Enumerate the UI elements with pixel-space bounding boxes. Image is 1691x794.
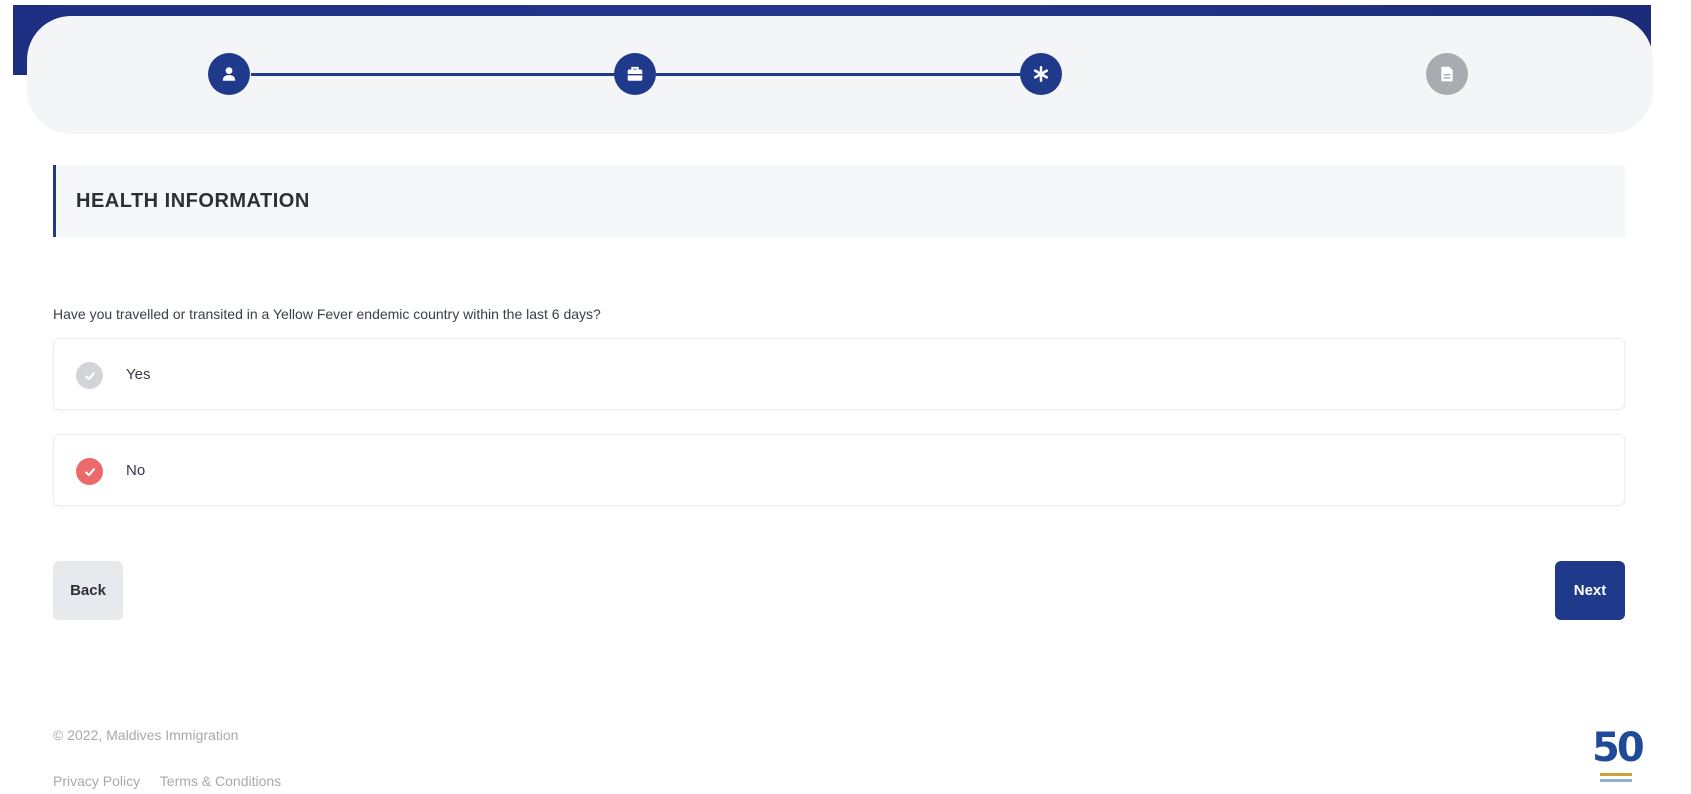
briefcase-icon <box>626 65 644 83</box>
logo-number: 50 <box>1592 725 1645 771</box>
section-title: HEALTH INFORMATION <box>76 190 310 212</box>
step-declaration[interactable] <box>1426 53 1468 95</box>
check-circle-icon <box>76 458 103 485</box>
option-yes[interactable]: Yes <box>53 338 1625 410</box>
logo-bar-gold <box>1600 773 1632 776</box>
user-icon <box>220 65 238 83</box>
back-button[interactable]: Back <box>53 561 123 620</box>
privacy-policy-link[interactable]: Privacy Policy <box>53 773 140 789</box>
step-connector-2 <box>656 73 1042 76</box>
step-health[interactable] <box>1020 53 1062 95</box>
footer-links: Privacy Policy Terms & Conditions <box>53 773 297 789</box>
option-yes-label: Yes <box>126 366 151 383</box>
yellow-fever-question: Have you travelled or transited in a Yel… <box>53 306 601 322</box>
terms-conditions-link[interactable]: Terms & Conditions <box>160 773 281 789</box>
copyright-text: © 2022, Maldives Immigration <box>53 727 239 743</box>
document-icon <box>1438 65 1456 83</box>
logo-bar-blue <box>1600 779 1632 782</box>
step-connector-1 <box>251 73 636 76</box>
next-button[interactable]: Next <box>1555 561 1625 620</box>
option-no-label: No <box>126 462 146 479</box>
option-no[interactable]: No <box>53 434 1625 506</box>
section-header: HEALTH INFORMATION <box>53 165 1625 237</box>
anniversary-logo: 50 <box>1592 725 1645 784</box>
page: HEALTH INFORMATION Have you travelled or… <box>0 0 1691 794</box>
asterisk-icon <box>1032 65 1050 83</box>
step-personal[interactable] <box>208 53 250 95</box>
step-travel[interactable] <box>614 53 656 95</box>
check-circle-icon <box>76 362 103 389</box>
